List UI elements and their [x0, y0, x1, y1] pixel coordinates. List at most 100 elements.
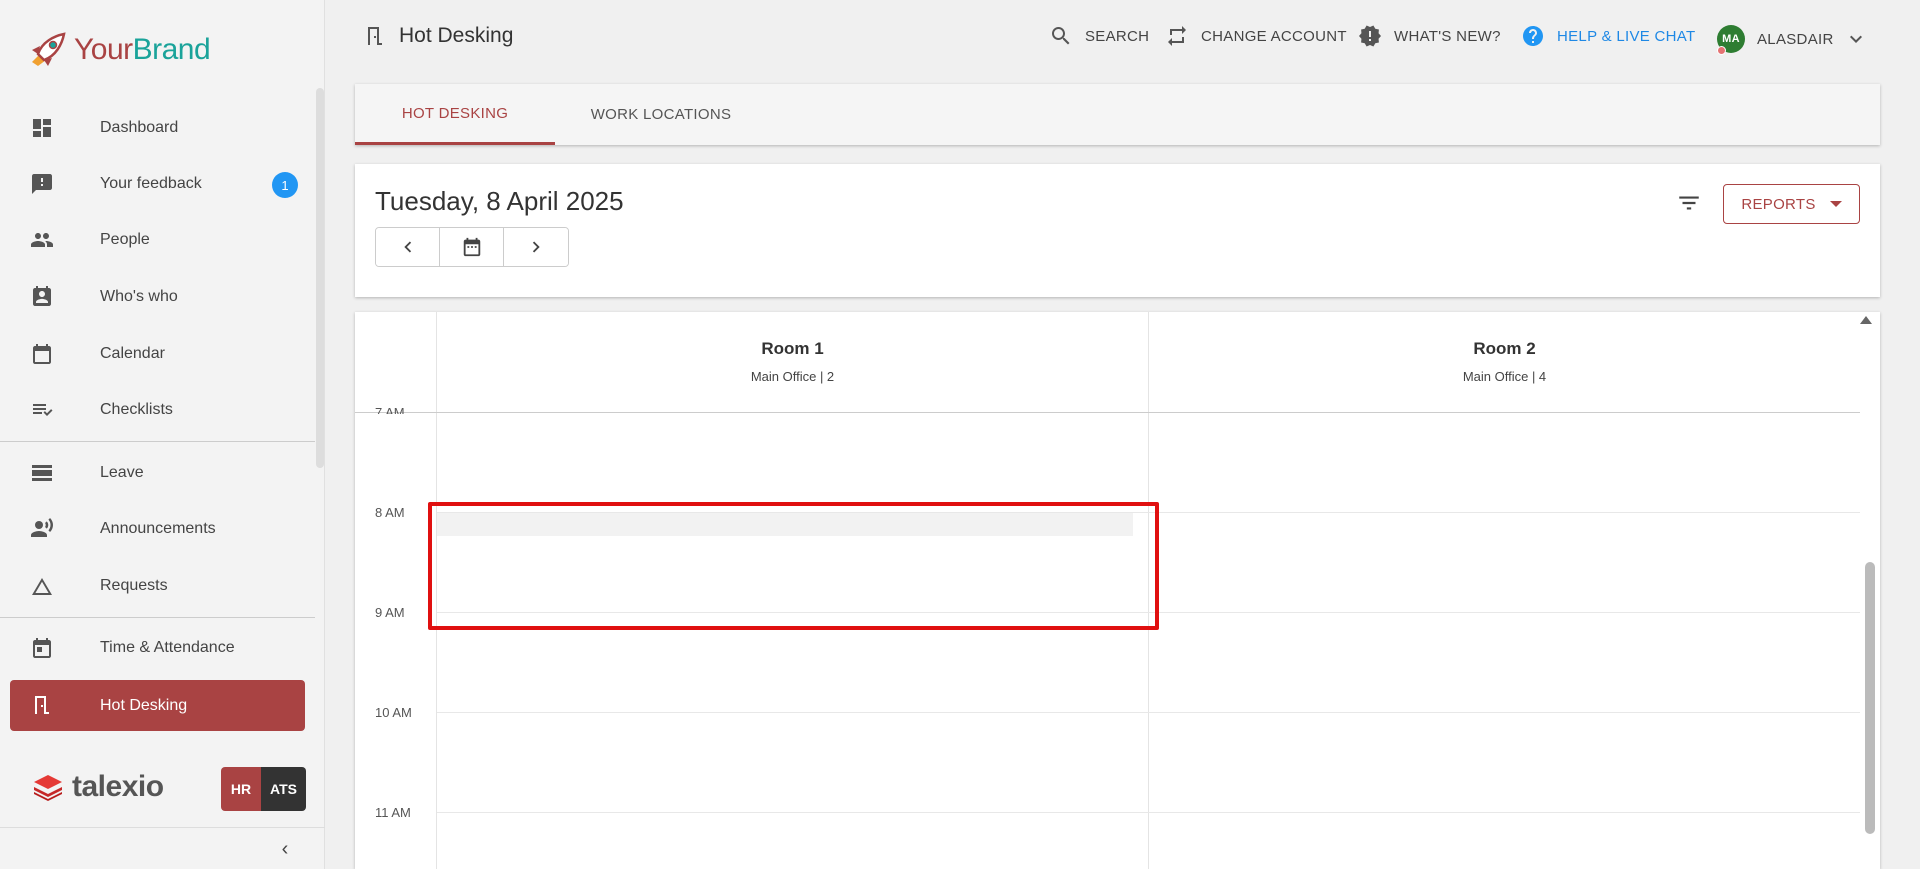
hour-label: 9 AM	[375, 605, 405, 620]
sidebar-divider	[0, 827, 325, 828]
tab-hot-desking[interactable]: HOT DESKING	[355, 84, 555, 145]
sidebar-item-label: People	[100, 231, 150, 248]
scroll-up-arrow-icon[interactable]	[1860, 316, 1872, 324]
new-release-icon	[1359, 25, 1381, 47]
product-switcher: HR ATS	[221, 767, 306, 811]
search-label: SEARCH	[1085, 27, 1150, 45]
date-navigation	[375, 227, 569, 267]
room-column-header: Room 2 Main Office | 4	[1149, 312, 1860, 412]
layers-icon	[34, 775, 62, 801]
room-subtitle: Main Office | 2	[750, 369, 835, 384]
sidebar-item-label: Your feedback	[100, 175, 202, 192]
room-name: Room 1	[761, 339, 824, 358]
avatar: MA	[1717, 25, 1745, 55]
sidebar-item-label: Requests	[100, 577, 168, 594]
hr-button[interactable]: HR	[221, 767, 261, 811]
room-name: Room 2	[1473, 339, 1536, 358]
selection-highlight	[428, 502, 1159, 630]
sidebar-item-hot-desking[interactable]: Hot Desking	[10, 680, 305, 731]
sidebar-item-label: Who's who	[100, 288, 178, 305]
tabs-bar: HOT DESKING WORK LOCATIONS	[355, 84, 1880, 145]
grid-scrollbar[interactable]	[1865, 562, 1875, 834]
talexio-logo: talexio	[32, 770, 164, 804]
sidebar-item-label: Calendar	[100, 345, 165, 362]
header-divider	[355, 412, 1860, 413]
sidebar-scrollbar[interactable]	[316, 88, 324, 468]
hour-label: 8 AM	[375, 505, 405, 520]
user-menu[interactable]: MA ALASDAIR	[1717, 25, 1868, 55]
sidebar-divider	[0, 617, 315, 618]
brand-name-part2: Brand	[132, 33, 211, 66]
door-icon	[368, 27, 382, 45]
search-button[interactable]: SEARCH	[1049, 24, 1149, 48]
brand-logo[interactable]: YourBrand	[28, 30, 211, 70]
calendar-icon	[30, 342, 54, 366]
sidebar-item-announcements[interactable]: Announcements	[0, 504, 315, 554]
hour-label: 7 AM	[375, 405, 405, 414]
sidebar-item-checklists[interactable]: Checklists	[0, 385, 315, 435]
collapse-sidebar-icon[interactable]: ‹	[276, 838, 294, 860]
rocket-icon	[32, 32, 66, 66]
announcement-icon	[30, 517, 54, 541]
filter-icon[interactable]	[1676, 190, 1702, 216]
user-name: ALASDAIR	[1757, 30, 1834, 48]
sidebar-item-leave[interactable]: Leave	[0, 448, 315, 498]
previous-day-button[interactable]	[376, 228, 440, 266]
tab-work-locations[interactable]: WORK LOCATIONS	[555, 84, 767, 145]
sidebar-item-requests[interactable]: Requests	[0, 561, 315, 611]
sidebar-item-whos-who[interactable]: Who's who	[0, 272, 315, 322]
swap-icon	[1168, 26, 1186, 46]
chevron-right-icon	[532, 241, 540, 253]
whats-new-label: WHAT'S NEW?	[1394, 27, 1501, 45]
search-icon	[1052, 27, 1070, 45]
change-account-button[interactable]: CHANGE ACCOUNT	[1165, 24, 1347, 48]
room-subtitle: Main Office | 4	[1462, 369, 1547, 384]
help-label: HELP & LIVE CHAT	[1557, 27, 1696, 45]
date-picker-button[interactable]	[440, 228, 504, 266]
brand-name: YourBrand	[74, 33, 211, 67]
sidebar-item-people[interactable]: People	[0, 215, 315, 265]
door-icon	[30, 693, 54, 717]
feedback-icon	[30, 172, 54, 196]
hour-line	[437, 812, 1860, 813]
ats-button[interactable]: ATS	[261, 767, 306, 811]
help-live-chat-button[interactable]: HELP & LIVE CHAT	[1521, 24, 1695, 48]
sidebar-divider	[0, 441, 315, 442]
sidebar-item-label: Hot Desking	[100, 696, 188, 714]
hour-label: 10 AM	[375, 705, 412, 720]
hour-line	[437, 712, 1860, 713]
time-attendance-icon	[30, 636, 54, 660]
sidebar-item-label: Dashboard	[100, 119, 179, 136]
triangle-icon	[30, 574, 54, 598]
sidebar-item-label: Announcements	[100, 520, 216, 537]
change-account-label: CHANGE ACCOUNT	[1201, 27, 1347, 45]
sidebar-item-label: Leave	[100, 464, 144, 481]
chevron-left-icon	[403, 241, 411, 253]
checklist-icon	[30, 398, 54, 422]
reports-label: REPORTS	[1741, 195, 1816, 213]
help-icon	[1523, 26, 1543, 46]
sidebar-item-label: Checklists	[100, 401, 173, 418]
chevron-down-icon	[1849, 35, 1862, 43]
talexio-name: talexio	[72, 770, 164, 803]
sidebar-item-label: Time & Attendance	[100, 639, 235, 656]
status-dot	[1717, 46, 1726, 55]
page-title-text: Hot Desking	[399, 24, 514, 47]
page-title: Hot Desking	[363, 24, 513, 48]
notification-badge: 1	[272, 172, 298, 198]
sidebar-item-time-attendance[interactable]: Time & Attendance	[0, 623, 315, 673]
calendar-grid: Room 1 Main Office | 2 Room 2 Main Offic…	[355, 312, 1880, 869]
contact-card-icon	[30, 285, 54, 309]
sidebar-item-calendar[interactable]: Calendar	[0, 329, 315, 379]
dashboard-icon	[30, 116, 54, 140]
sidebar: YourBrand Dashboard Your feedback 1 Peop…	[0, 0, 325, 869]
top-bar: Hot Desking SEARCH CHANGE ACCOUNT WHAT'S…	[325, 0, 1920, 78]
avatar-initials: MA	[1722, 33, 1740, 45]
whats-new-button[interactable]: WHAT'S NEW?	[1358, 24, 1501, 48]
sidebar-item-feedback[interactable]: Your feedback 1	[0, 159, 315, 209]
sidebar-item-dashboard[interactable]: Dashboard	[0, 103, 315, 153]
current-date: Tuesday, 8 April 2025	[375, 186, 624, 216]
reports-button[interactable]: REPORTS	[1723, 184, 1860, 224]
caret-down-icon	[1829, 201, 1842, 207]
next-day-button[interactable]	[504, 228, 568, 266]
